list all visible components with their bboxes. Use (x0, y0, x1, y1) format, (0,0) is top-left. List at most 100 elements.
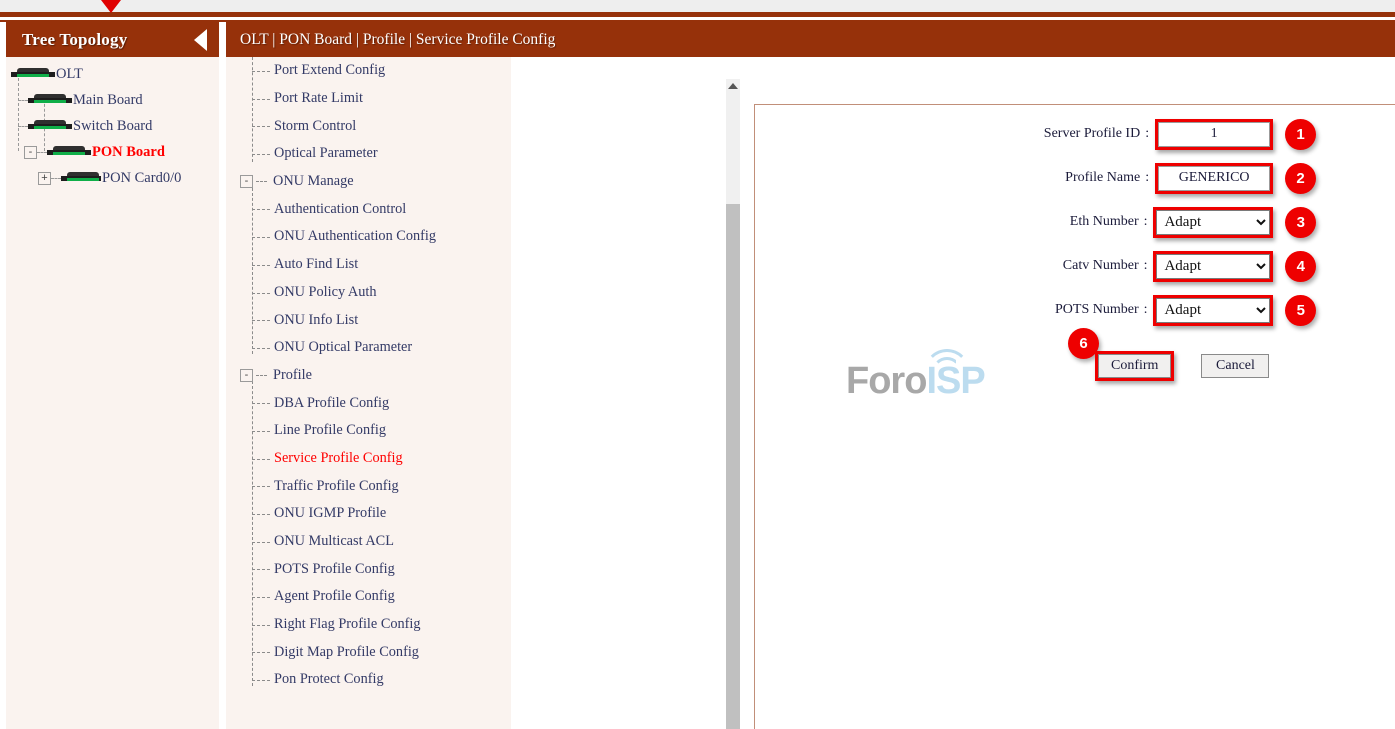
menu-branch-dash (252, 292, 270, 294)
menu-item-port-rate-limit[interactable]: Port Rate Limit (226, 85, 511, 113)
field-colon: : (1145, 170, 1150, 185)
profile-name-highlight (1155, 162, 1274, 194)
tree-topology-header: Tree Topology (6, 22, 219, 57)
menu-item-onu-optical-parameter[interactable]: ONU Optical Parameter (226, 334, 511, 362)
menu-item-dba-profile-config[interactable]: DBA Profile Config (226, 389, 511, 417)
form-button-row: 6 Confirm Cancel (1068, 328, 1270, 381)
cancel-button[interactable]: Cancel (1201, 354, 1270, 378)
menu-branch-dash (252, 98, 270, 100)
menu-item-label: ONU Authentication Config (274, 228, 437, 245)
menu-group-onu-manage[interactable]: - ONU Manage (226, 168, 511, 196)
form-row-pots-number: POTS Number: Adapt 5 (986, 288, 1316, 332)
pots-number-select[interactable]: Adapt (1156, 297, 1271, 323)
tree-node-pon-card[interactable]: + PON Card0/0 (6, 165, 219, 191)
menu-item-label: Auto Find List (274, 256, 359, 273)
menu-item-port-extend-config[interactable]: Port Extend Config (226, 57, 511, 85)
tree-expand-toggle[interactable]: + (38, 171, 51, 185)
menu-branch-dash (252, 541, 270, 543)
server-profile-id-label: Server Profile ID (1043, 126, 1141, 141)
menu-branch-dash (256, 374, 267, 376)
tree-branch-dash (51, 177, 61, 179)
device-icon (28, 94, 72, 106)
menu-branch-dash (252, 71, 270, 72)
menu-item-authentication-control[interactable]: Authentication Control (226, 195, 511, 223)
server-profile-id-highlight (1155, 118, 1274, 150)
menu-item-onu-info-list[interactable]: ONU Info List (226, 306, 511, 334)
menu-item-auto-find-list[interactable]: Auto Find List (226, 251, 511, 279)
field-colon: : (1143, 302, 1148, 317)
profile-name-label: Profile Name (1065, 170, 1141, 185)
device-icon (61, 172, 101, 184)
tree-node-label: Main Board (73, 91, 143, 108)
tree-topology-title: Tree Topology (22, 29, 128, 49)
tree-node-label: PON Board (92, 143, 165, 160)
step-badge-1: 1 (1285, 118, 1316, 150)
catv-number-label: Catv Number (1062, 258, 1139, 273)
menu-item-right-flag-profile-config[interactable]: Right Flag Profile Config (226, 611, 511, 639)
menu-item-pots-profile-config[interactable]: POTS Profile Config (226, 555, 511, 583)
field-colon: : (1145, 126, 1150, 141)
menu-branch-dash (252, 458, 270, 460)
menu-scrollbar[interactable] (726, 79, 740, 729)
tree-branch-dash (18, 99, 28, 101)
menu-branch-dash (252, 486, 270, 488)
main-area: OLT | PON Board | Profile | Service Prof… (226, 22, 1395, 729)
menu-branch-dash (252, 514, 270, 515)
menu-branch-dash (252, 320, 270, 322)
tree-node-pon-board[interactable]: - PON Board (6, 139, 219, 165)
menu-item-label: Profile (273, 366, 312, 383)
menu-item-pon-protect-config[interactable]: Pon Protect Config (226, 666, 511, 694)
field-colon: : (1143, 258, 1148, 273)
menu-item-label: Digit Map Profile Config (274, 643, 419, 660)
device-icon (11, 68, 55, 80)
menu-item-label: ONU Optical Parameter (274, 339, 413, 356)
watermark-text-foro: Foro (846, 360, 927, 402)
menu-item-line-profile-config[interactable]: Line Profile Config (226, 417, 511, 445)
server-profile-id-input[interactable] (1158, 121, 1271, 147)
menu-group-profile[interactable]: - Profile (226, 362, 511, 390)
caret-left-icon[interactable] (194, 28, 207, 51)
navigation-menu: Port Extend Config Port Rate Limit Storm C… (226, 57, 511, 729)
menu-branch-dash (252, 264, 270, 266)
menu-item-service-profile-config[interactable]: Service Profile Config (226, 445, 511, 473)
caret-up-icon[interactable] (726, 79, 740, 93)
tree-collapse-toggle[interactable]: - (24, 145, 37, 159)
menu-branch-dash (252, 624, 270, 626)
tree-node-label: PON Card0/0 (102, 169, 182, 186)
menu-collapse-toggle[interactable]: - (240, 175, 253, 189)
tree-node-main-board[interactable]: Main Board (6, 87, 219, 113)
menu-branch-dash (252, 597, 270, 599)
foroisp-watermark: ForoISP (846, 349, 1006, 404)
form-row-profile-name: Profile Name: 2 (986, 156, 1316, 200)
confirm-button[interactable]: Confirm (1098, 354, 1172, 378)
step-badge-3: 3 (1285, 206, 1316, 238)
wifi-arc-inner-icon (932, 357, 956, 371)
menu-item-digit-map-profile-config[interactable]: Digit Map Profile Config (226, 638, 511, 666)
catv-number-select[interactable]: Adapt (1156, 253, 1271, 279)
step-badge-4: 4 (1285, 250, 1316, 282)
top-strip (0, 0, 1395, 12)
step-badge-2: 2 (1285, 162, 1316, 194)
menu-item-onu-multicast-acl[interactable]: ONU Multicast ACL (226, 528, 511, 556)
menu-item-storm-control[interactable]: Storm Control (226, 112, 511, 140)
menu-item-label: Right Flag Profile Config (274, 616, 421, 633)
menu-item-onu-policy-auth[interactable]: ONU Policy Auth (226, 279, 511, 307)
menu-item-label: Line Profile Config (274, 422, 386, 439)
eth-number-label: Eth Number (1069, 214, 1139, 229)
menu-item-label: ONU Manage (273, 173, 354, 190)
profile-name-input[interactable] (1158, 165, 1271, 191)
menu-branch-dash (256, 181, 267, 183)
tree-node-olt[interactable]: OLT (6, 61, 219, 87)
menu-item-onu-authentication-config[interactable]: ONU Authentication Config (226, 223, 511, 251)
menu-item-onu-igmp-profile[interactable]: ONU IGMP Profile (226, 500, 511, 528)
menu-branch-dash (252, 569, 270, 571)
menu-collapse-toggle[interactable]: - (240, 368, 253, 382)
menu-item-traffic-profile-config[interactable]: Traffic Profile Config (226, 472, 511, 500)
eth-number-select[interactable]: Adapt (1156, 209, 1271, 235)
tree-branch-dash (37, 151, 47, 153)
menu-item-optical-parameter[interactable]: Optical Parameter (226, 140, 511, 168)
menu-scrollbar-thumb[interactable] (726, 204, 740, 729)
menu-item-agent-profile-config[interactable]: Agent Profile Config (226, 583, 511, 611)
tree-node-label: Switch Board (73, 117, 153, 134)
tree-node-switch-board[interactable]: Switch Board (6, 113, 219, 139)
